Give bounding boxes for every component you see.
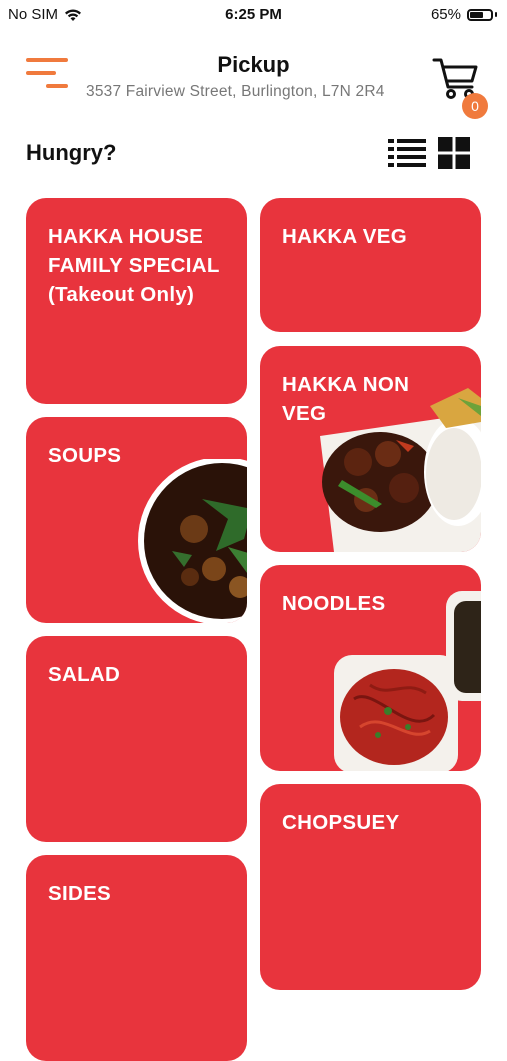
category-label: HAKKA VEG <box>282 225 407 248</box>
pickup-address[interactable]: 3537 Fairview Street, Burlington, L7N 2R… <box>86 83 385 101</box>
soup-bowl-image <box>138 459 247 623</box>
category-tile-sides[interactable]: SIDES <box>26 855 247 1061</box>
chilli-chicken-plate-image <box>320 388 481 552</box>
category-tile-noodles[interactable]: NOODLES <box>260 565 481 771</box>
category-label: HAKKA HOUSE FAMILY SPECIAL (Takeout Only… <box>48 225 220 306</box>
category-tile-hakka-non-veg[interactable]: HAKKA NON VEG <box>260 346 481 552</box>
category-tile-soups[interactable]: SOUPS <box>26 417 247 623</box>
category-tile-salad[interactable]: SALAD <box>26 636 247 842</box>
category-label: SIDES <box>48 882 112 905</box>
category-tile-family-special[interactable]: HAKKA HOUSE FAMILY SPECIAL (Takeout Only… <box>26 198 247 404</box>
greeting-heading: Hungry? <box>26 140 117 165</box>
category-label: SALAD <box>48 663 121 686</box>
page-title: Pickup <box>217 52 290 77</box>
noodle-plate-image <box>334 591 481 771</box>
category-tile-hakka-veg[interactable]: HAKKA VEG <box>260 198 481 332</box>
status-bar: No SIM 6:25 PM 65% <box>0 0 507 30</box>
grid-view-icon[interactable] <box>438 137 470 169</box>
battery-group: 65% <box>431 6 497 23</box>
battery-percent: 65% <box>430 6 461 23</box>
cart-count-badge: 0 <box>462 93 488 119</box>
category-label: CHOPSUEY <box>282 811 400 834</box>
header: Pickup 3537 Fairview Street, Burlington,… <box>0 40 507 119</box>
list-view-icon[interactable] <box>388 137 426 169</box>
category-label: SOUPS <box>48 444 122 467</box>
category-tile-chopsuey[interactable]: CHOPSUEY <box>260 784 481 990</box>
battery-icon <box>467 8 493 21</box>
